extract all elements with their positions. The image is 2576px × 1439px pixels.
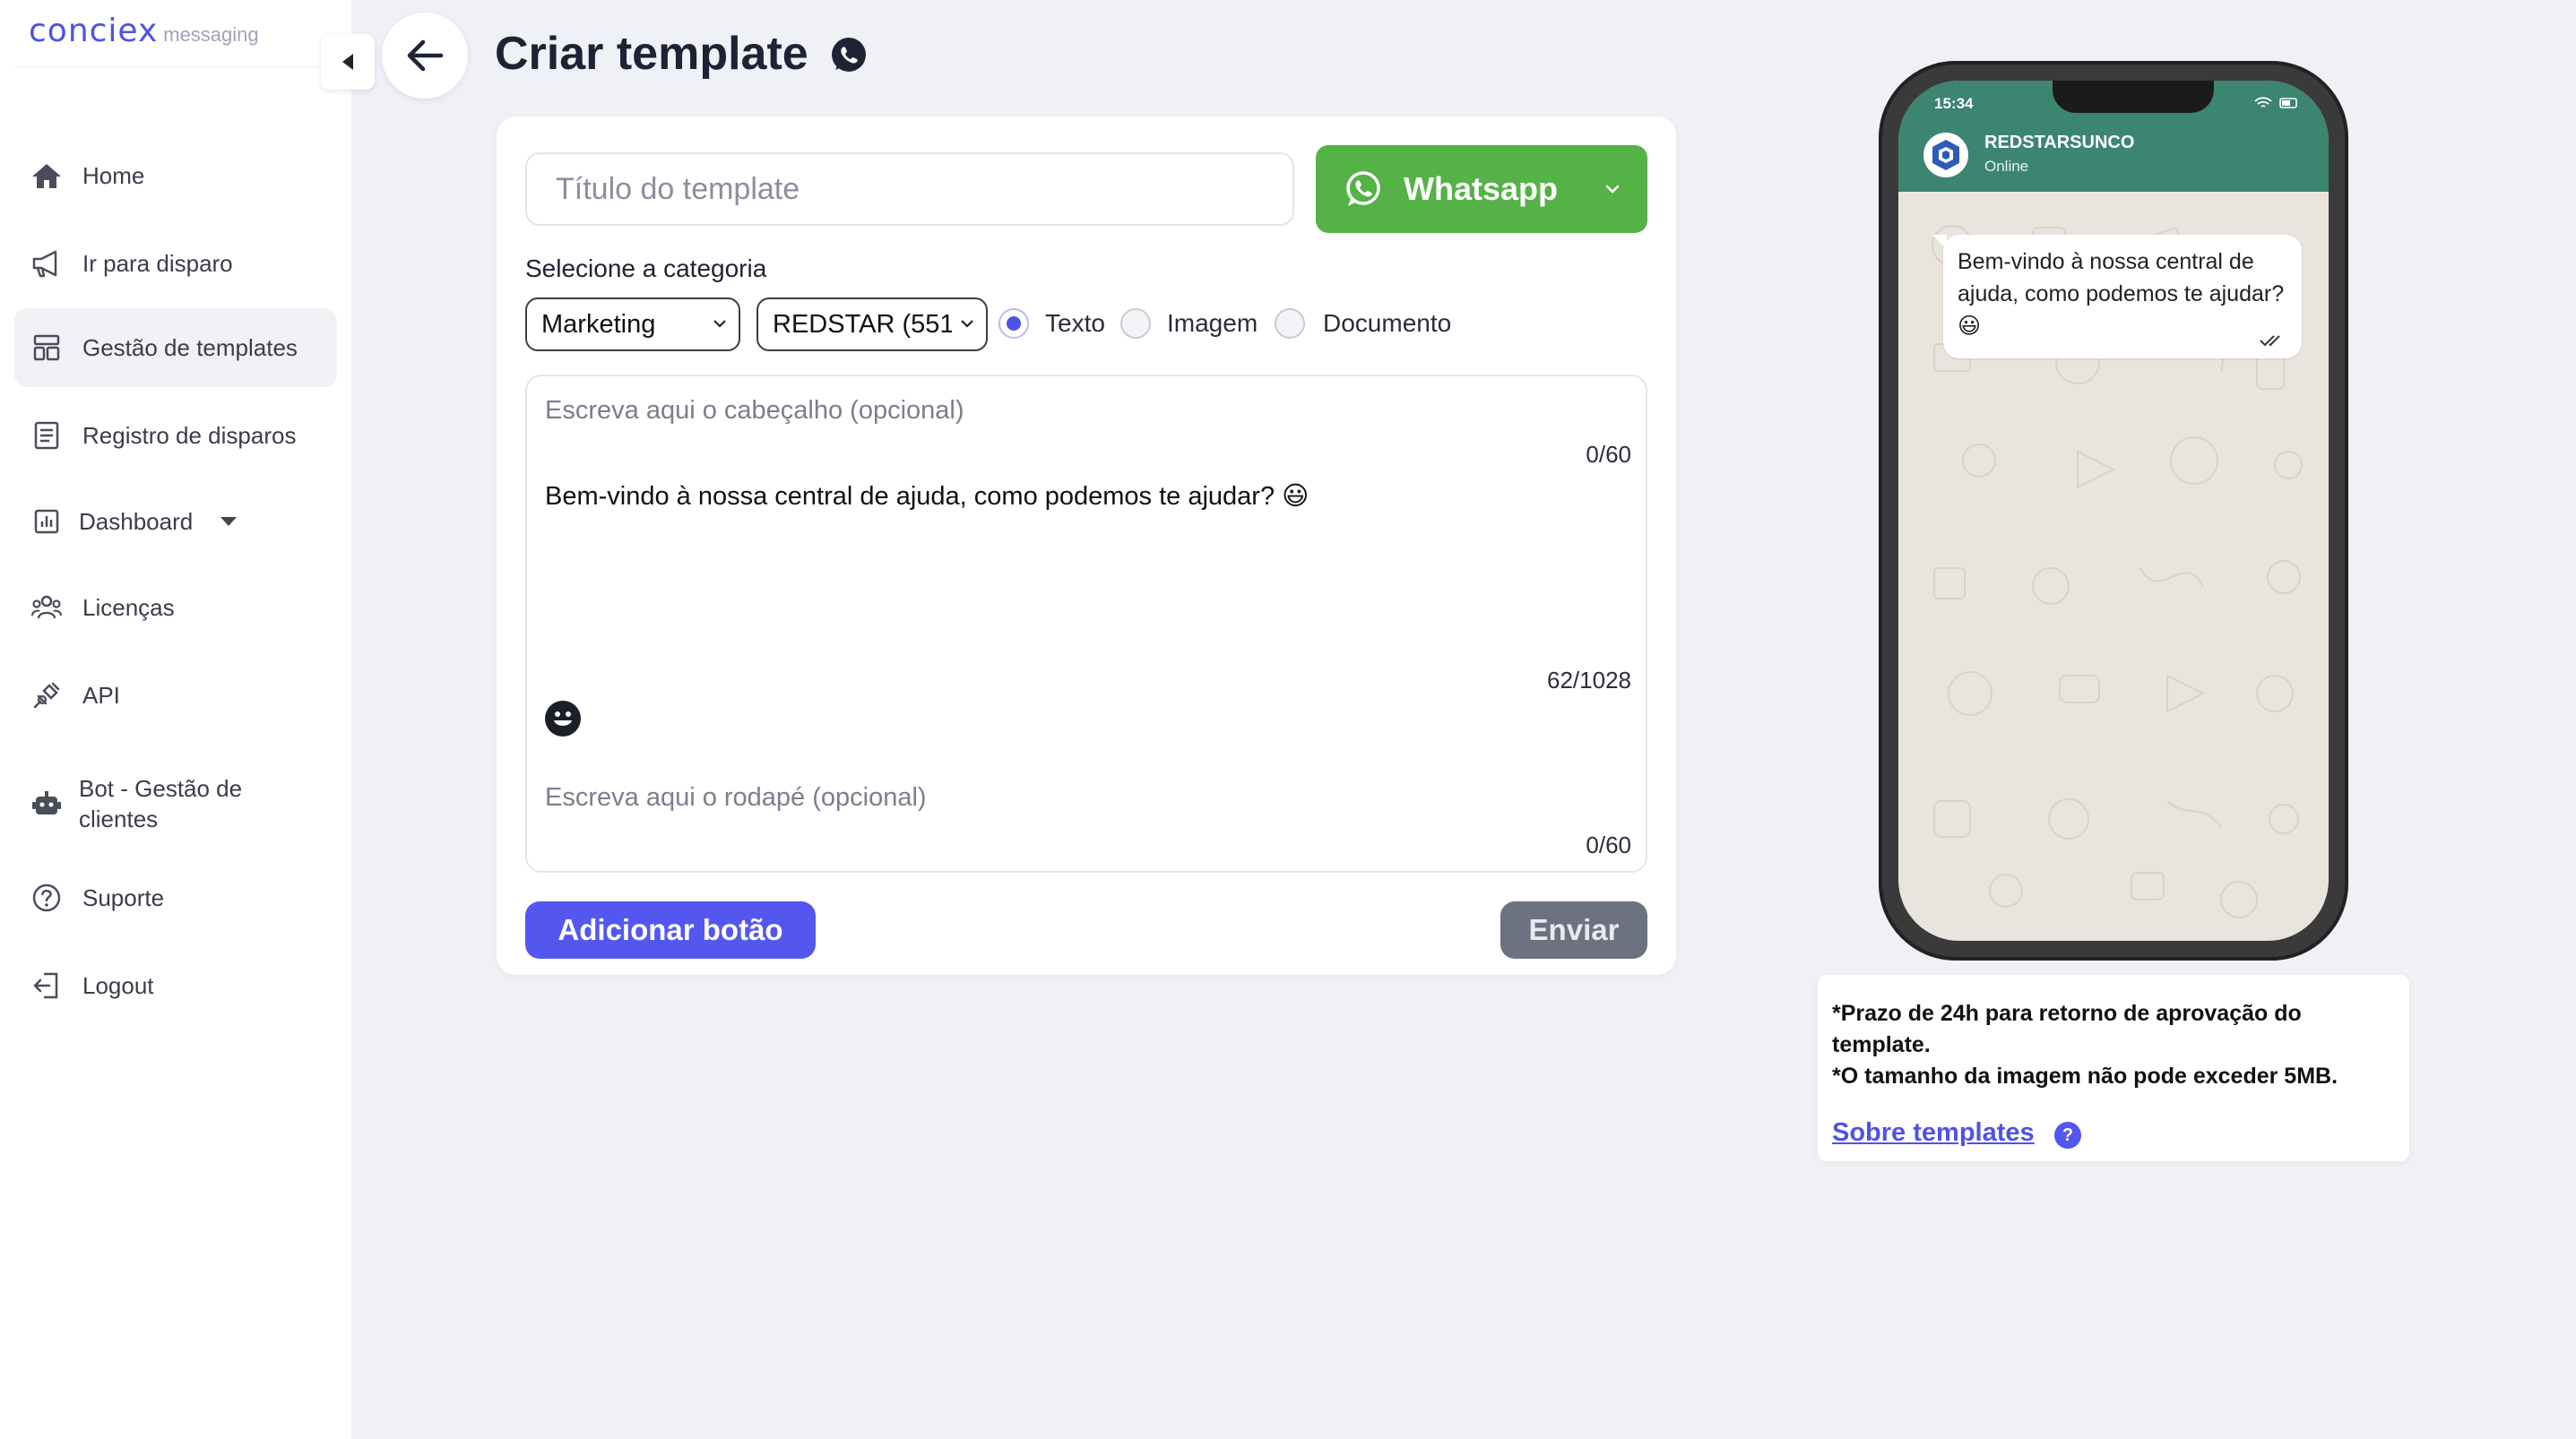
chevron-down-icon bbox=[961, 320, 973, 328]
channel-label: Whatsapp bbox=[1404, 170, 1559, 207]
footer-field[interactable]: Escreva aqui o rodapé (opcional) bbox=[545, 783, 927, 813]
sender-number-value: REDSTAR (55115 bbox=[773, 309, 952, 339]
category-label: Selecione a categoria bbox=[525, 254, 767, 282]
chevron-left-icon bbox=[342, 54, 353, 70]
sidebar-item-label: Logout bbox=[82, 972, 154, 999]
radio-texto[interactable] bbox=[998, 308, 1029, 339]
templates-icon bbox=[29, 330, 65, 366]
sidebar-item-label: Gestão de templates bbox=[82, 334, 298, 361]
about-templates-link[interactable]: Sobre templates bbox=[1832, 1118, 2035, 1148]
info-notes: *Prazo de 24h para retorno de aprovação … bbox=[1832, 998, 2388, 1092]
phone-screen: 15:34 REDSTARSUNCO Online Bem-vindo à no… bbox=[1898, 81, 2329, 941]
sidebar-item-licencas[interactable]: Licenças bbox=[14, 568, 337, 647]
collapse-sidebar-button[interactable] bbox=[321, 34, 375, 90]
chevron-down-icon bbox=[220, 517, 237, 526]
app-logo[interactable]: conciex messaging bbox=[29, 13, 259, 56]
category-value: Marketing bbox=[541, 309, 656, 339]
megaphone-icon bbox=[29, 246, 65, 281]
emoji-picker-button[interactable] bbox=[545, 701, 581, 737]
phone-notch bbox=[2053, 81, 2214, 113]
sidebar-item-label: Home bbox=[82, 162, 145, 189]
sidebar-item-templates[interactable]: Gestão de templates bbox=[14, 308, 337, 387]
smiley-icon bbox=[554, 711, 572, 726]
sidebar-item-label: Suporte bbox=[82, 884, 165, 911]
sidebar-item-api[interactable]: API bbox=[14, 656, 337, 735]
footer-char-count: 0/60 bbox=[1586, 832, 1631, 858]
whatsapp-icon bbox=[832, 38, 866, 72]
chart-icon bbox=[29, 504, 65, 539]
brand-sub: messaging bbox=[163, 23, 259, 46]
document-icon bbox=[29, 418, 65, 453]
info-line-approval: *Prazo de 24h para retorno de aprovação … bbox=[1832, 1001, 2302, 1057]
users-icon bbox=[29, 590, 65, 625]
robot-icon bbox=[29, 786, 65, 822]
message-editor: Escreva aqui o cabeçalho (opcional) 0/60… bbox=[525, 375, 1647, 873]
sidebar-item-label: Dashboard bbox=[79, 508, 194, 535]
body-char-count: 62/1028 bbox=[1547, 667, 1631, 694]
category-select[interactable]: Marketing bbox=[525, 297, 740, 351]
chevron-down-icon bbox=[713, 320, 726, 328]
template-title-input[interactable] bbox=[525, 152, 1294, 226]
home-icon bbox=[29, 158, 65, 194]
sidebar-item-registro[interactable]: Registro de disparos bbox=[14, 396, 337, 475]
sidebar-item-label: API bbox=[82, 682, 120, 709]
arrow-left-icon bbox=[407, 39, 444, 72]
send-button[interactable]: Enviar bbox=[1500, 901, 1647, 959]
plug-icon bbox=[29, 677, 65, 713]
sidebar-item-label: Registro de disparos bbox=[82, 422, 297, 449]
sidebar-item-bot[interactable]: Bot - Gestão de clientes bbox=[14, 754, 337, 853]
radio-imagem[interactable] bbox=[1120, 308, 1151, 339]
header-field[interactable]: Escreva aqui o cabeçalho (opcional) bbox=[545, 396, 964, 426]
help-circle-icon bbox=[29, 880, 65, 916]
sidebar-item-suporte[interactable]: Suporte bbox=[14, 858, 337, 937]
help-icon[interactable]: ? bbox=[2054, 1122, 2081, 1149]
logout-icon bbox=[29, 968, 65, 1004]
header-char-count: 0/60 bbox=[1586, 441, 1631, 468]
add-button-button[interactable]: Adicionar botão bbox=[525, 901, 816, 959]
sidebar-item-label: Licenças bbox=[82, 594, 175, 621]
sidebar-item-label: Ir para disparo bbox=[82, 250, 233, 277]
contact-status: Online bbox=[1984, 158, 2029, 175]
body-field[interactable]: Bem-vindo à nossa central de ajuda, como… bbox=[545, 480, 1309, 512]
sender-number-select[interactable]: REDSTAR (55115 bbox=[756, 297, 988, 351]
radio-documento-label[interactable]: Documento bbox=[1323, 308, 1451, 339]
channel-select-button[interactable]: Whatsapp bbox=[1316, 145, 1647, 233]
sidebar-item-label: Bot - Gestão de clientes bbox=[79, 775, 243, 832]
sidebar: conciex messaging Home Ir para disparo G… bbox=[0, 0, 351, 1439]
radio-imagem-label[interactable]: Imagem bbox=[1167, 308, 1258, 339]
sidebar-item-dashboard[interactable]: Dashboard bbox=[14, 482, 337, 561]
page-title: Criar template bbox=[495, 28, 808, 80]
phone-preview: 15:34 REDSTARSUNCO Online Bem-vindo à no… bbox=[1879, 61, 2348, 961]
message-text: Bem-vindo à nossa central de ajuda, como… bbox=[1958, 249, 2285, 339]
info-line-image-size: *O tamanho da imagem não pode exceder 5M… bbox=[1832, 1064, 2338, 1089]
radio-texto-label[interactable]: Texto bbox=[1045, 308, 1105, 339]
chevron-down-icon bbox=[1605, 185, 1620, 194]
status-icons bbox=[2254, 97, 2297, 108]
sidebar-item-disparo[interactable]: Ir para disparo bbox=[14, 224, 337, 303]
sidebar-item-home[interactable]: Home bbox=[14, 136, 337, 215]
contact-name: REDSTARSUNCO bbox=[1984, 133, 2135, 152]
radio-documento[interactable] bbox=[1275, 308, 1305, 339]
logo-divider bbox=[14, 66, 319, 67]
status-time: 15:34 bbox=[1934, 95, 1974, 112]
brand-name: conciex bbox=[29, 13, 159, 49]
sidebar-item-logout[interactable]: Logout bbox=[14, 946, 337, 1025]
double-check-icon bbox=[2260, 335, 2280, 347]
template-form-card: Whatsapp Selecione a categoria Marketing… bbox=[497, 116, 1676, 975]
back-button[interactable] bbox=[382, 13, 468, 99]
info-box: *Prazo de 24h para retorno de aprovação … bbox=[1818, 975, 2409, 1161]
message-bubble: Bem-vindo à nossa central de ajuda, como… bbox=[1943, 235, 2302, 358]
contact-avatar bbox=[1923, 133, 1968, 177]
whatsapp-icon bbox=[1346, 171, 1380, 206]
